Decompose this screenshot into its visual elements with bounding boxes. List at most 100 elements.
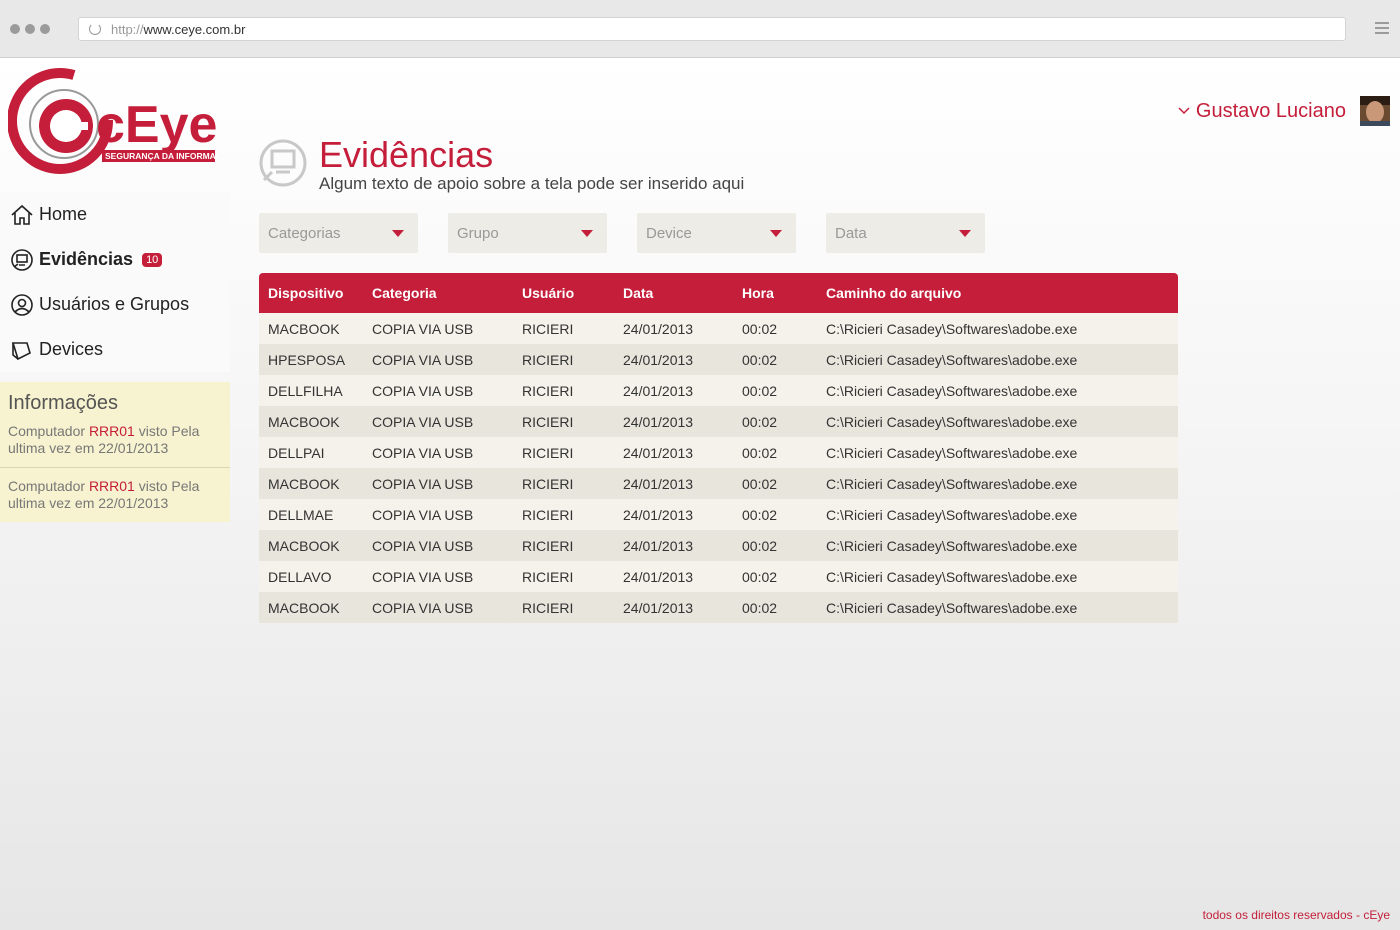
table-cell: COPIA VIA USB bbox=[372, 444, 474, 461]
table-cell: C:\Ricieri Casadey\Softwares\adobe.exe bbox=[826, 413, 1078, 430]
address-bar[interactable]: http:// www.ceye.com.br bbox=[78, 17, 1346, 41]
table-row[interactable]: DELLMAE COPIA VIA USB RICIERI 24/01/2013 00:… bbox=[259, 499, 1178, 530]
page-title: Evidências bbox=[319, 134, 494, 175]
table-cell: 24/01/2013 bbox=[623, 382, 694, 399]
table-cell: 00:02 bbox=[742, 568, 778, 585]
table-cell: RICIERI bbox=[522, 444, 574, 461]
reload-icon[interactable] bbox=[89, 23, 101, 35]
device-dropdown[interactable]: Device bbox=[637, 213, 796, 253]
table-cell: 24/01/2013 bbox=[623, 537, 694, 554]
user-icon bbox=[11, 293, 33, 316]
table-cell: C:\Ricieri Casadey\Softwares\adobe.exe bbox=[826, 475, 1078, 492]
table-cell: C:\Ricieri Casadey\Softwares\adobe.exe bbox=[826, 351, 1078, 368]
table-cell: DELLAVO bbox=[268, 568, 332, 585]
table-cell: COPIA VIA USB bbox=[372, 320, 474, 337]
table-cell: C:\Ricieri Casadey\Softwares\adobe.exe bbox=[826, 444, 1078, 461]
computer-link[interactable]: RRR01 bbox=[89, 478, 135, 494]
table-cell: RICIERI bbox=[522, 351, 574, 368]
table-cell: COPIA VIA USB bbox=[372, 413, 474, 430]
table-cell: 00:02 bbox=[742, 475, 778, 492]
window-controls bbox=[10, 24, 50, 34]
sidebar-item-label: Usuários e Grupos bbox=[39, 294, 190, 314]
table-cell: 00:02 bbox=[742, 413, 778, 430]
table-cell: C:\Ricieri Casadey\Softwares\adobe.exe bbox=[826, 568, 1078, 585]
avatar[interactable] bbox=[1360, 96, 1390, 126]
table-cell: 00:02 bbox=[742, 320, 778, 337]
table-cell: 24/01/2013 bbox=[623, 413, 694, 430]
table-cell: 24/01/2013 bbox=[623, 506, 694, 523]
ceye-logo[interactable]: cEye SEGURANÇA DA INFORMAÇÃO bbox=[7, 66, 235, 176]
page: cEye SEGURANÇA DA INFORMAÇÃO Home Evidên… bbox=[0, 58, 1400, 930]
dropdown-arrow-icon bbox=[959, 229, 971, 237]
categorias-dropdown[interactable]: Categorias bbox=[259, 213, 418, 253]
grupo-dropdown[interactable]: Grupo bbox=[448, 213, 607, 253]
table-cell: 24/01/2013 bbox=[623, 599, 694, 616]
window-dot-icon[interactable] bbox=[25, 24, 35, 34]
sidebar-item-home[interactable]: Home bbox=[0, 192, 230, 237]
table-cell: COPIA VIA USB bbox=[372, 382, 474, 399]
table-cell: 24/01/2013 bbox=[623, 444, 694, 461]
table-cell: C:\Ricieri Casadey\Softwares\adobe.exe bbox=[826, 537, 1078, 554]
table-cell: MACBOOK bbox=[268, 320, 340, 337]
evidences-table: Dispositivo Categoria Usuário Data Hora … bbox=[259, 273, 1178, 623]
computer-link[interactable]: RRR01 bbox=[89, 423, 135, 439]
table-row[interactable]: MACBOOK COPIA VIA USB RICIERI 24/01/2013 00:… bbox=[259, 313, 1178, 344]
logo-tagline: SEGURANÇA DA INFORMAÇÃO bbox=[105, 151, 218, 161]
table-cell: 24/01/2013 bbox=[623, 568, 694, 585]
table-cell: DELLFILHA bbox=[268, 382, 343, 399]
table-cell: RICIERI bbox=[522, 320, 574, 337]
table-row[interactable]: DELLPAI COPIA VIA USB RICIERI 24/01/2013 00:… bbox=[259, 437, 1178, 468]
column-header[interactable]: Usuário bbox=[513, 273, 614, 313]
url-protocol: http:// bbox=[111, 21, 144, 37]
sidebar-item-devices[interactable]: Devices bbox=[0, 327, 230, 372]
menu-icon[interactable] bbox=[1375, 22, 1389, 37]
table-cell: RICIERI bbox=[522, 568, 574, 585]
data-dropdown[interactable]: Data bbox=[826, 213, 985, 253]
table-row[interactable]: MACBOOK COPIA VIA USB RICIERI 24/01/2013 00:… bbox=[259, 406, 1178, 437]
table-cell: RICIERI bbox=[522, 413, 574, 430]
table-row[interactable]: DELLAVO COPIA VIA USB RICIERI 24/01/2013 00:… bbox=[259, 561, 1178, 592]
table-cell: 24/01/2013 bbox=[623, 475, 694, 492]
table-row[interactable]: MACBOOK COPIA VIA USB RICIERI 24/01/2013 00:… bbox=[259, 530, 1178, 561]
table-cell: DELLMAE bbox=[268, 506, 334, 523]
dropdown-arrow-icon bbox=[581, 229, 593, 237]
page-subtitle: Algum texto de apoio sobre a tela pode s… bbox=[319, 174, 745, 193]
home-icon bbox=[11, 204, 33, 225]
column-header[interactable]: Data bbox=[614, 273, 733, 313]
table-cell: 00:02 bbox=[742, 537, 778, 554]
count-badge: 10 bbox=[142, 252, 163, 267]
logo-brand: cEye bbox=[96, 96, 217, 154]
table-cell: RICIERI bbox=[522, 537, 574, 554]
browser-chrome: http:// www.ceye.com.br bbox=[0, 0, 1400, 58]
sidebar-nav: Home Evidências 10 Usuários e Grupos Dev… bbox=[0, 192, 230, 372]
sidebar-item-usuarios-grupos[interactable]: Usuários e Grupos bbox=[0, 282, 230, 327]
user-menu[interactable]: Gustavo Luciano bbox=[1178, 96, 1390, 126]
table-row[interactable]: DELLFILHA COPIA VIA USB RICIERI 24/01/2013 0… bbox=[259, 375, 1178, 406]
column-header[interactable]: Caminho do arquivo bbox=[817, 273, 1178, 313]
dropdown-arrow-icon bbox=[392, 229, 404, 237]
table-cell: 24/01/2013 bbox=[623, 351, 694, 368]
table-row[interactable]: MACBOOK COPIA VIA USB RICIERI 24/01/2013 00:… bbox=[259, 468, 1178, 499]
table-cell: 24/01/2013 bbox=[623, 320, 694, 337]
sidebar-item-label: Home bbox=[39, 204, 88, 224]
sidebar-item-evidencias[interactable]: Evidências 10 bbox=[0, 237, 230, 282]
table-cell: MACBOOK bbox=[268, 599, 340, 616]
column-header[interactable]: Hora bbox=[733, 273, 817, 313]
info-title: Informações bbox=[8, 392, 119, 414]
info-panel: Informações Computador RRR01 visto Pela … bbox=[0, 382, 230, 522]
info-item: Computador RRR01 visto Pela ultima vez e… bbox=[8, 478, 200, 511]
table-cell: MACBOOK bbox=[268, 413, 340, 430]
table-cell: COPIA VIA USB bbox=[372, 537, 474, 554]
monitor-icon bbox=[11, 248, 33, 271]
table-row[interactable]: HPESPOSA COPIA VIA USB RICIERI 24/01/2013 00… bbox=[259, 344, 1178, 375]
table-row[interactable]: MACBOOK COPIA VIA USB RICIERI 24/01/2013 00:… bbox=[259, 592, 1178, 623]
table-cell: C:\Ricieri Casadey\Softwares\adobe.exe bbox=[826, 320, 1078, 337]
table-cell: 00:02 bbox=[742, 599, 778, 616]
dropdown-arrow-icon bbox=[770, 229, 782, 237]
column-header[interactable]: Dispositivo bbox=[259, 273, 363, 313]
table-cell: C:\Ricieri Casadey\Softwares\adobe.exe bbox=[826, 506, 1078, 523]
window-dot-icon[interactable] bbox=[40, 24, 50, 34]
window-dot-icon[interactable] bbox=[10, 24, 20, 34]
column-header[interactable]: Categoria bbox=[363, 273, 513, 313]
filter-bar: Categorias Grupo Device Data bbox=[259, 213, 985, 253]
